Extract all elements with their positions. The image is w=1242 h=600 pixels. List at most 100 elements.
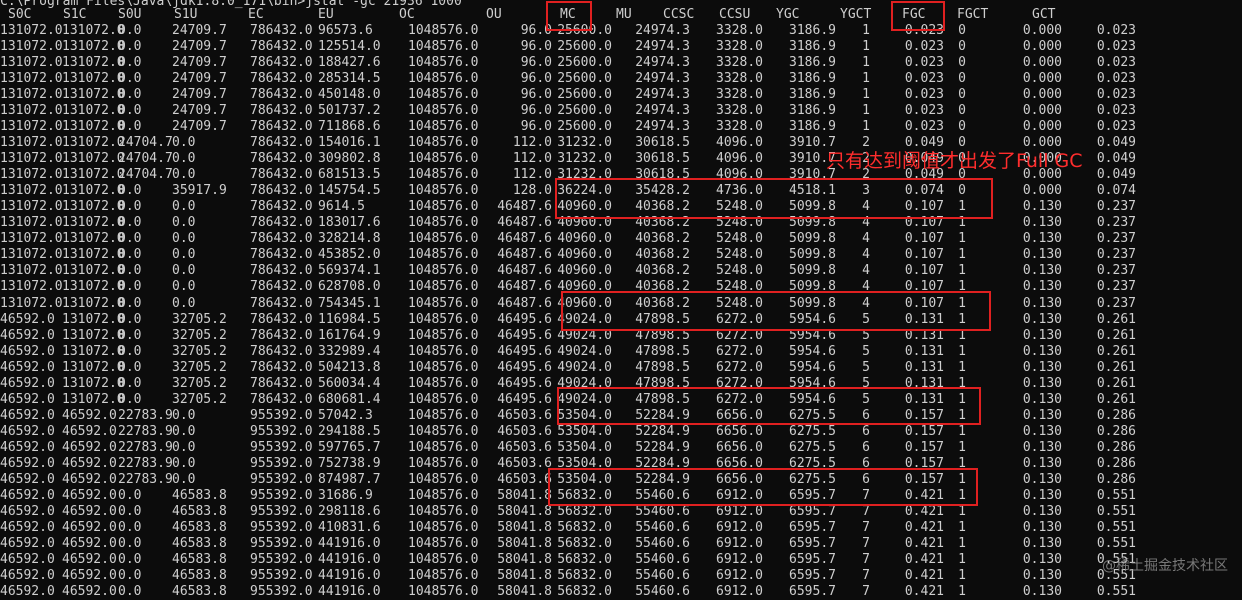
cell-s0u: 0.0 (118, 103, 142, 119)
cell-gct: 0.023 (1096, 55, 1136, 71)
cell-ccsu: 6595.7 (789, 551, 836, 567)
cell-ygct: 0.421 (904, 568, 944, 584)
cell-ccsc: 3328.0 (716, 119, 763, 135)
cell-eu: 309802.8 (318, 151, 381, 167)
cell-oc: 1048576.0 (408, 39, 479, 55)
cell-ccsu: 3186.9 (789, 55, 836, 71)
cell-ygc: 1 (862, 119, 870, 135)
cell-eu: 681513.5 (318, 167, 381, 183)
cell-mu: 55460.6 (635, 519, 690, 535)
cell-ec: 955392.0 (250, 471, 313, 487)
cell-oc: 1048576.0 (408, 551, 479, 567)
cell-s0u: 24704.7 (118, 167, 173, 183)
cell-eu: 332989.4 (318, 343, 381, 359)
cell-gct: 0.261 (1096, 391, 1136, 407)
cell-ccsu: 5099.8 (789, 263, 836, 279)
cell-fgct: 0.130 (1022, 231, 1062, 247)
cell-oc: 1048576.0 (408, 215, 479, 231)
cell-s0c: 131072.0 (0, 151, 63, 167)
cell-ccsc: 6272.0 (716, 343, 763, 359)
cell-mu: 24974.3 (635, 23, 690, 38)
cell-eu: 752738.9 (318, 455, 381, 471)
cell-fgct: 0.130 (1022, 391, 1062, 407)
cell-fgc: 1 (958, 263, 966, 279)
cell-oc: 1048576.0 (408, 584, 479, 600)
cell-gct: 0.286 (1096, 471, 1136, 487)
cell-ou: 46495.6 (497, 375, 552, 391)
cell-s0c: 46592.0 (0, 568, 55, 584)
table-row: 46592.0 46592.0 0.0 46583.8 955392.0 441916.0… (0, 536, 1242, 552)
cell-s1c: 131072.0 (62, 375, 125, 391)
cell-gct: 0.023 (1096, 71, 1136, 87)
cell-s0c: 46592.0 (0, 423, 55, 439)
cell-s1u: 0.0 (172, 135, 196, 151)
cell-mc: 31232.0 (557, 151, 612, 167)
cell-ec: 786432.0 (250, 279, 313, 295)
cell-fgc: 0 (958, 39, 966, 55)
cell-ec: 786432.0 (250, 87, 313, 103)
cell-s1c: 131072.0 (62, 103, 125, 119)
cell-s1u: 24709.7 (172, 55, 227, 71)
cell-s0c: 131072.0 (0, 119, 63, 135)
cell-fgct: 0.000 (1022, 39, 1062, 55)
cell-oc: 1048576.0 (408, 231, 479, 247)
cell-ccsu: 3186.9 (789, 103, 836, 119)
cell-mu: 30618.5 (635, 135, 690, 151)
cell-eu: 154016.1 (318, 135, 381, 151)
cell-s1u: 0.0 (172, 151, 196, 167)
terminal-window[interactable]: C:\Program Files\Java\jdk1.8.0_171\bin>j… (0, 0, 1242, 599)
cell-ccsc: 6912.0 (716, 519, 763, 535)
cell-s0u: 0.0 (118, 311, 142, 327)
cell-s1u: 0.0 (172, 167, 196, 183)
cell-s1u: 46583.8 (172, 535, 227, 551)
cell-s0u: 0.0 (118, 519, 142, 535)
cell-ccsu: 5099.8 (789, 247, 836, 263)
cell-eu: 711868.6 (318, 119, 381, 135)
cell-fgc: 1 (958, 247, 966, 263)
cell-fgc: 1 (958, 439, 966, 455)
cell-s0c: 131072.0 (0, 295, 63, 311)
cell-s1u: 32705.2 (172, 359, 227, 375)
cell-oc: 1048576.0 (408, 455, 479, 471)
cell-fgct: 0.130 (1022, 279, 1062, 295)
cell-oc: 1048576.0 (408, 103, 479, 119)
cell-fgct: 0.130 (1022, 519, 1062, 535)
column-header-row: S0C S1C S0U S1U EC EU OC OU MC MU CCSC CCSU YGC YGCT F… (0, 7, 1242, 23)
cell-ou: 46503.6 (497, 439, 552, 455)
cell-ou: 96.0 (520, 55, 552, 71)
cell-mu: 55460.6 (635, 503, 690, 519)
cell-ccsu: 6595.7 (789, 535, 836, 551)
cell-s1c: 46592.0 (62, 487, 117, 503)
table-row: 131072.0 131072.0 0.0 24709.7 786432.0 501737… (0, 103, 1242, 119)
cell-s1u: 24709.7 (172, 119, 227, 135)
cell-ccsc: 6272.0 (716, 359, 763, 375)
cell-ec: 786432.0 (250, 39, 313, 55)
cell-ccsc: 3328.0 (716, 103, 763, 119)
cell-s1u: 0.0 (172, 407, 196, 423)
cell-mu: 40368.2 (635, 247, 690, 263)
table-row: 131072.0 131072.0 0.0 24709.7 786432.0 96573.… (0, 23, 1242, 39)
cell-s0u: 22783.9 (118, 407, 173, 423)
cell-ec: 786432.0 (250, 183, 313, 199)
cell-fgct: 0.130 (1022, 423, 1062, 439)
cell-s0c: 131072.0 (0, 183, 63, 199)
cell-fgct: 0.130 (1022, 263, 1062, 279)
cell-fgc: 0 (958, 23, 966, 38)
cell-s1c: 131072.0 (62, 343, 125, 359)
cell-ygct: 0.023 (904, 71, 944, 87)
cell-s1u: 24709.7 (172, 87, 227, 103)
highlight-box-3 (557, 387, 981, 425)
cell-ccsu: 5954.6 (789, 359, 836, 375)
cell-ou: 46487.6 (497, 263, 552, 279)
cell-s1u: 46583.8 (172, 519, 227, 535)
cell-mu: 24974.3 (635, 119, 690, 135)
cell-eu: 31686.9 (318, 487, 373, 503)
cell-ygc: 6 (862, 423, 870, 439)
cell-mu: 55460.6 (635, 584, 690, 600)
cell-s1c: 46592.0 (62, 439, 117, 455)
column-header-mu: MU (616, 7, 632, 22)
cell-s1u: 0.0 (172, 215, 196, 231)
cell-ec: 786432.0 (250, 391, 313, 407)
cell-ccsc: 3328.0 (716, 87, 763, 103)
cell-ygct: 0.131 (904, 359, 944, 375)
